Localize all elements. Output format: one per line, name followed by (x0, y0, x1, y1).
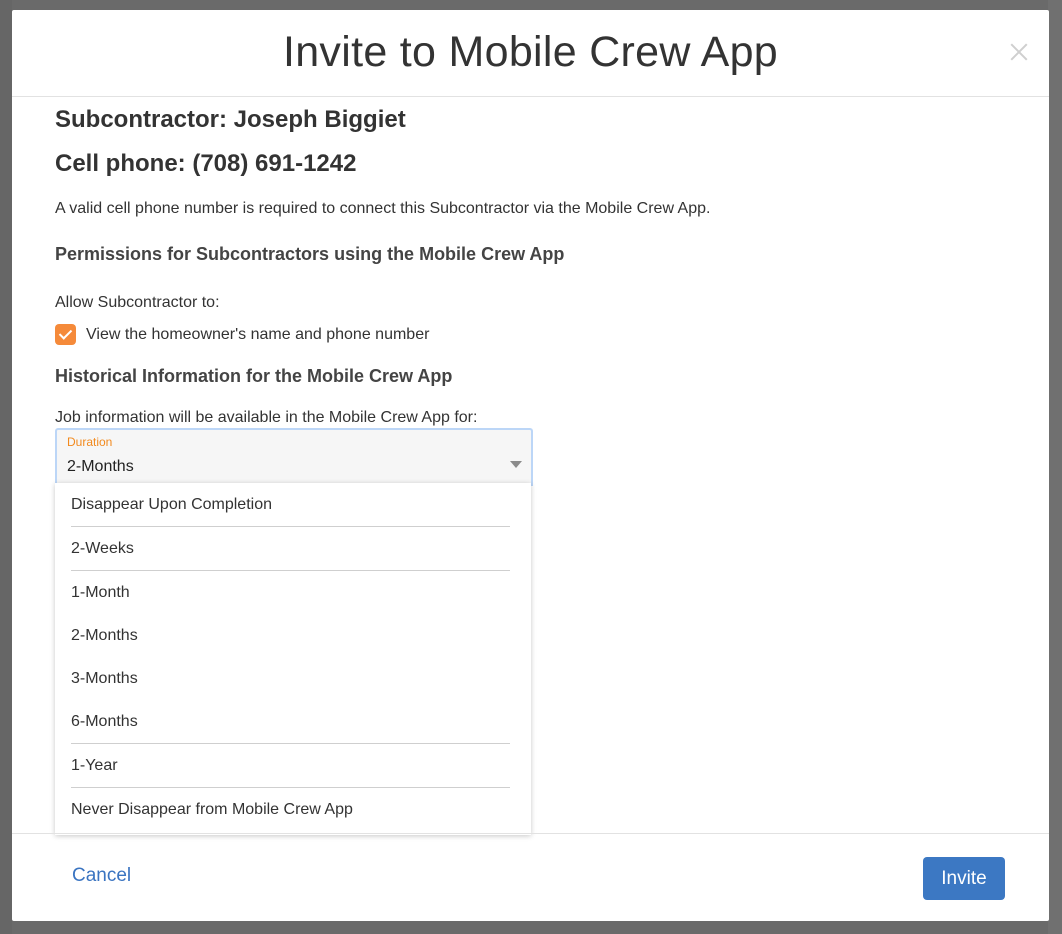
close-icon[interactable] (1007, 40, 1031, 64)
duration-select-label: Duration (67, 435, 113, 449)
duration-dropdown-menu: Disappear Upon Completion 2-Weeks 1-Mont… (55, 483, 531, 835)
dropdown-option[interactable]: Disappear Upon Completion (55, 483, 531, 527)
permissions-heading: Permissions for Subcontractors using the… (55, 244, 565, 264)
modal-footer: Cancel Invite (12, 833, 1049, 921)
modal-header: Invite to Mobile Crew App (12, 10, 1049, 97)
duration-select[interactable]: Duration 2-Months (55, 428, 533, 486)
dropdown-option[interactable]: 3-Months (55, 657, 531, 701)
background-corner-fragment (1050, 22, 1062, 37)
background-left-edge (0, 0, 12, 934)
duration-select-value: 2-Months (67, 458, 134, 475)
subcontractor-name: Subcontractor: Joseph Biggiet (55, 106, 406, 133)
dropdown-option[interactable]: 2-Weeks (55, 527, 531, 571)
invite-button[interactable]: Invite (923, 857, 1005, 900)
dropdown-option[interactable]: Never Disappear from Mobile Crew App (55, 788, 531, 832)
dropdown-option[interactable]: 1-Year (55, 744, 531, 788)
dropdown-option[interactable]: 6-Months (55, 700, 531, 744)
cell-phone: Cell phone: (708) 691-1242 (55, 150, 357, 177)
permission-checkbox-row[interactable]: View the homeowner's name and phone numb… (55, 324, 429, 345)
background-right-edge (1048, 0, 1062, 934)
invite-modal: Invite to Mobile Crew App Subcontractor:… (12, 10, 1049, 921)
permission-checkbox-label: View the homeowner's name and phone numb… (86, 325, 430, 343)
chevron-down-icon[interactable] (510, 461, 522, 468)
dropdown-option[interactable]: 2-Months (55, 614, 531, 658)
historical-heading: Historical Information for the Mobile Cr… (55, 366, 453, 386)
historical-text: Job information will be available in the… (55, 409, 478, 426)
phone-note: A valid cell phone number is required to… (55, 200, 711, 217)
cancel-button[interactable]: Cancel (72, 865, 131, 887)
allow-text: Allow Subcontractor to: (55, 294, 220, 311)
modal-title: Invite to Mobile Crew App (282, 28, 779, 76)
dropdown-option[interactable]: 1-Month (55, 571, 531, 615)
checkmark-icon[interactable] (55, 324, 76, 345)
